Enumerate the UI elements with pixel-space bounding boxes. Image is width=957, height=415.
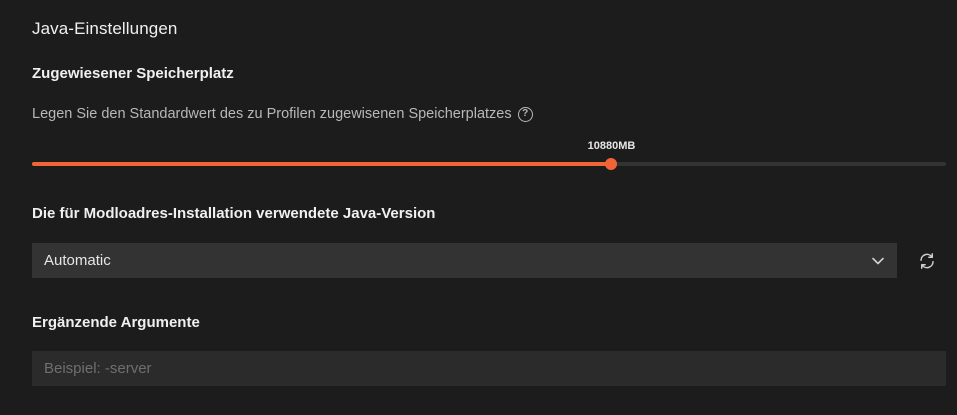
memory-slider[interactable]: 10880MB — [32, 140, 946, 175]
slider-fill — [32, 162, 612, 166]
args-input[interactable] — [32, 351, 946, 386]
refresh-icon — [918, 252, 936, 270]
java-version-label: Die für Modloadres-Installation verwende… — [32, 205, 436, 222]
section-title: Java-Einstellungen — [32, 19, 178, 38]
memory-description-row: Legen Sie den Standardwert des zu Profil… — [32, 106, 533, 122]
refresh-button[interactable] — [916, 250, 938, 272]
java-settings-page: Java-Einstellungen Zugewiesener Speicher… — [0, 0, 957, 415]
java-version-selected: Automatic — [44, 252, 111, 269]
slider-thumb[interactable] — [605, 158, 618, 170]
memory-label: Zugewiesener Speicherplatz — [32, 65, 234, 82]
slider-value-label: 10880MB — [587, 140, 636, 152]
help-icon[interactable]: ? — [517, 106, 533, 122]
args-label: Ergänzende Argumente — [32, 314, 200, 331]
java-version-select[interactable]: Automatic — [32, 243, 897, 278]
chevron-down-icon — [871, 254, 885, 268]
memory-description: Legen Sie den Standardwert des zu Profil… — [32, 106, 512, 122]
